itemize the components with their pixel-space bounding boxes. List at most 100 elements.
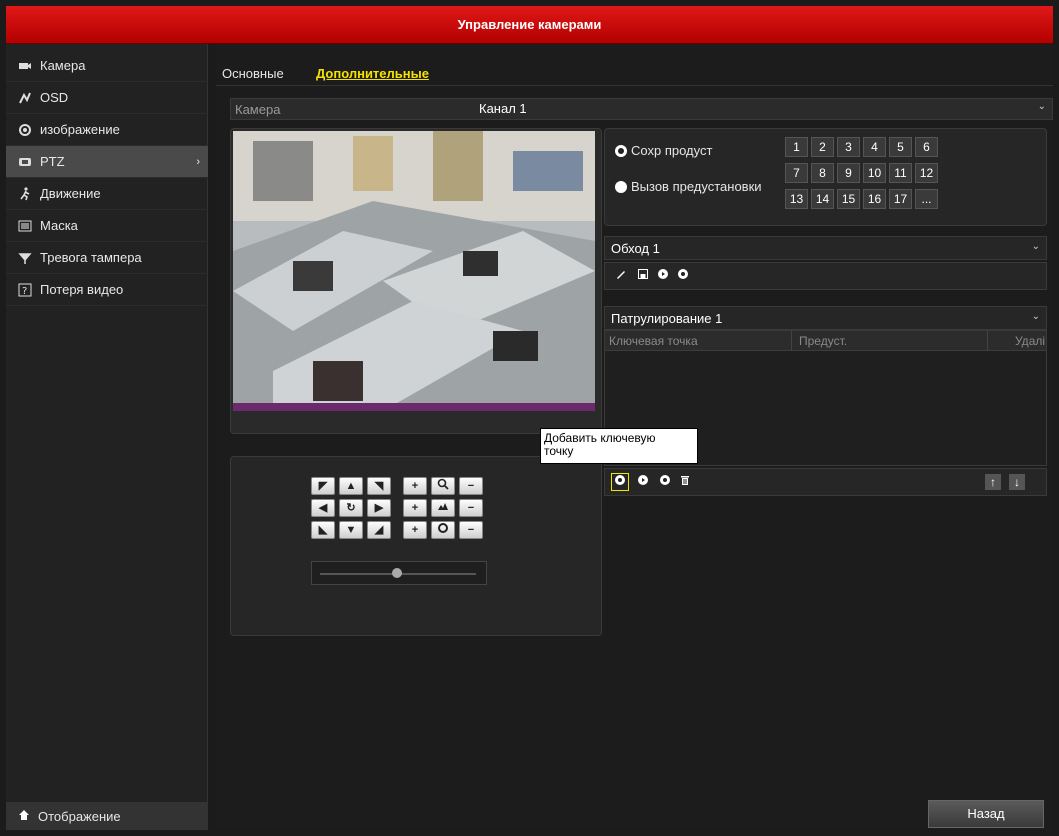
call-preset-option[interactable]: Вызов предустановки	[615, 179, 762, 194]
pan-up-right-button[interactable]: ◥	[367, 477, 391, 495]
chevron-down-icon: ⌄	[1031, 241, 1040, 252]
preset-number-button[interactable]: 7	[785, 163, 808, 183]
ptz-speed-slider[interactable]	[311, 561, 487, 585]
sidebar-item-image[interactable]: изображение	[6, 114, 208, 146]
radio-button[interactable]	[615, 144, 627, 157]
camera-management-window: Управление камерами Камера OSD изображен…	[0, 0, 1059, 836]
preset-number-button[interactable]: 15	[837, 189, 860, 209]
patrol-toolbar: ↑ ↓	[604, 468, 1047, 496]
patrol-route-select[interactable]: Обход 1 ⌄	[604, 236, 1047, 260]
auto-pan-button[interactable]: ↻	[339, 499, 363, 517]
home-icon	[18, 809, 30, 824]
sidebar-item-tamper-alarm[interactable]: Тревога тампера	[6, 242, 208, 274]
sidebar-item-osd[interactable]: OSD	[6, 82, 208, 114]
preset-panel: Сохр продуст Вызов предустановки 1234567…	[604, 128, 1047, 226]
sidebar-item-ptz[interactable]: PTZ ›	[6, 146, 208, 178]
ptz-icon	[18, 155, 32, 169]
sidebar-live-view-button[interactable]: Отображение	[6, 802, 208, 830]
focus-icon	[431, 499, 455, 517]
column-header-preset: Предуст.	[799, 334, 848, 348]
pan-down-right-button[interactable]: ◢	[367, 521, 391, 539]
preset-number-button[interactable]: ...	[915, 189, 938, 209]
camera-icon	[18, 59, 32, 73]
pan-left-button[interactable]: ◀	[311, 499, 335, 517]
camera-label: Камера	[235, 102, 281, 117]
sidebar-item-label: изображение	[40, 122, 120, 137]
start-icon[interactable]	[655, 268, 671, 284]
live-video-preview[interactable]	[233, 131, 595, 411]
patrol-route-label: Обход 1	[611, 241, 660, 256]
column-header-delete: Удалі	[1015, 334, 1046, 348]
patrol-label: Патрулирование 1	[611, 311, 723, 326]
window-title: Управление камерами	[6, 6, 1053, 44]
office-camera-image	[233, 131, 595, 411]
camera-select[interactable]: Камера Канал 1 ⌄	[230, 98, 1053, 120]
sidebar-item-label: Тревога тампера	[40, 250, 142, 265]
sidebar-item-video-loss[interactable]: ? Потеря видео	[6, 274, 208, 306]
sidebar-item-label: Камера	[40, 58, 86, 73]
sidebar-bottom-label: Отображение	[38, 808, 121, 824]
sidebar-item-motion[interactable]: Движение	[6, 178, 208, 210]
preset-number-button[interactable]: 8	[811, 163, 834, 183]
preset-number-button[interactable]: 3	[837, 137, 860, 157]
pan-right-button[interactable]: ▶	[367, 499, 391, 517]
sidebar-item-mask[interactable]: Маска	[6, 210, 208, 242]
preset-number-button[interactable]: 16	[863, 189, 886, 209]
move-down-arrow-icon[interactable]: ↓	[1009, 474, 1025, 490]
chevron-down-icon: ⌄	[1037, 101, 1046, 112]
pan-down-left-button[interactable]: ◣	[311, 521, 335, 539]
column-divider	[791, 331, 792, 351]
pan-up-button[interactable]: ▲	[339, 477, 363, 495]
move-up-arrow-icon[interactable]: ↑	[985, 474, 1001, 490]
preset-number-button[interactable]: 9	[837, 163, 860, 183]
video-preview-panel	[230, 128, 602, 434]
image-icon	[18, 123, 32, 137]
pan-down-button[interactable]: ▼	[339, 521, 363, 539]
edit-pencil-icon[interactable]	[613, 268, 629, 284]
refresh-icon: ↻	[346, 502, 356, 514]
tab-advanced[interactable]: Дополнительные	[316, 66, 429, 81]
focus-near-button[interactable]: +	[403, 499, 427, 517]
preset-number-button[interactable]: 4	[863, 137, 886, 157]
preset-number-button[interactable]: 13	[785, 189, 808, 209]
tab-basic[interactable]: Основные	[222, 66, 284, 81]
preset-number-button[interactable]: 1	[785, 137, 808, 157]
iris-close-button[interactable]: −	[459, 521, 483, 539]
save-floppy-icon[interactable]	[635, 268, 651, 284]
preset-number-button[interactable]: 5	[889, 137, 912, 157]
preset-number-button[interactable]: 12	[915, 163, 938, 183]
iris-open-button[interactable]: +	[403, 521, 427, 539]
patrol-select[interactable]: Патрулирование 1 ⌄	[604, 306, 1047, 330]
sidebar-item-label: PTZ	[40, 154, 65, 169]
preset-number-button[interactable]: 2	[811, 137, 834, 157]
chevron-down-icon: ⌄	[1031, 311, 1040, 322]
slider-knob[interactable]	[392, 568, 402, 578]
zoom-out-button[interactable]: −	[459, 477, 483, 495]
preset-number-button[interactable]: 6	[915, 137, 938, 157]
preset-number-button[interactable]: 10	[863, 163, 886, 183]
mask-icon	[18, 219, 32, 233]
preset-number-button[interactable]: 14	[811, 189, 834, 209]
osd-icon	[18, 91, 32, 105]
delete-trash-icon[interactable]	[677, 474, 693, 490]
add-keypoint-button[interactable]	[611, 473, 629, 491]
stop-icon[interactable]	[675, 268, 691, 284]
sidebar-item-label: OSD	[40, 90, 69, 105]
save-preset-option[interactable]: Сохр продуст	[615, 143, 712, 158]
stop-patrol-icon[interactable]	[657, 474, 673, 490]
back-button[interactable]: Назад	[928, 800, 1044, 828]
tooltip-line-2: точку	[544, 444, 574, 458]
sidebar: Камера OSD изображение PTZ › Движение Ма…	[6, 44, 208, 830]
zoom-in-button[interactable]: +	[403, 477, 427, 495]
preset-number-button[interactable]: 17	[889, 189, 912, 209]
sidebar-item-label: Потеря видео	[40, 282, 124, 297]
pan-up-left-button[interactable]: ◤	[311, 477, 335, 495]
call-preset-label: Вызов предустановки	[631, 179, 762, 194]
ptz-control-panel: ◤ ▲ ◥ ◀ ↻ ▶ ◣ ▼ ◢ + − + − + −	[230, 456, 602, 636]
focus-far-button[interactable]: −	[459, 499, 483, 517]
tab-bar: Основные Дополнительные	[216, 64, 1053, 86]
radio-button[interactable]	[615, 180, 627, 193]
start-patrol-icon[interactable]	[635, 474, 651, 490]
preset-number-button[interactable]: 11	[889, 163, 912, 183]
sidebar-item-camera[interactable]: Камера	[6, 50, 208, 82]
